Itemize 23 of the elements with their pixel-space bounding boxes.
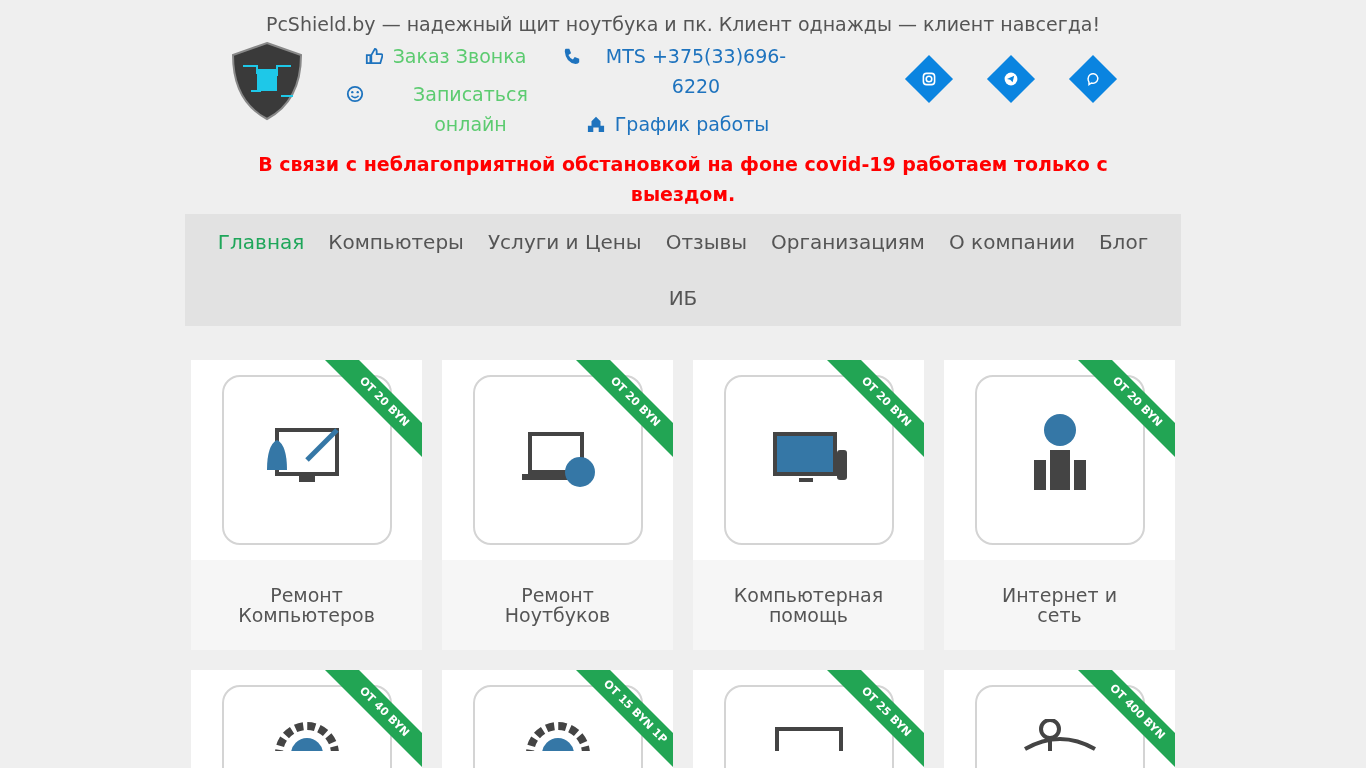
viber-icon [1084, 71, 1101, 87]
menu-item[interactable]: Организациям [759, 214, 937, 270]
smiley-icon [345, 85, 364, 103]
menu-item[interactable]: Компьютеры [316, 214, 476, 270]
shield-logo[interactable] [231, 41, 303, 121]
service-title: Ремонт Компьютеров [237, 583, 376, 628]
phone-link[interactable]: MTS +375(33)696-6220 [563, 41, 793, 101]
service-title: Компьютерная помощь [732, 583, 885, 628]
instagram-icon [920, 71, 937, 87]
menu-item[interactable]: О компании [936, 214, 1087, 270]
thumbs-up-icon [364, 47, 383, 65]
menu-item[interactable]: Блог [1086, 214, 1161, 270]
menu-item[interactable]: Отзывы [653, 214, 760, 270]
menu-item[interactable]: ИБ [656, 270, 710, 326]
schedule-link[interactable]: График работы [586, 109, 770, 139]
menu-item[interactable]: Услуги и Цены [475, 214, 654, 270]
building-icon [586, 115, 605, 133]
service-title: Интернет и сеть [1001, 583, 1118, 628]
telegram-icon [1002, 71, 1019, 87]
site-tagline: PcShield.by — надежный щит ноутбука и пк. Клиент однажды — клиент навсегда! [265, 13, 1101, 35]
service-title: Ремонт Ноутбуков [503, 583, 612, 628]
covid-notice: В связи с неблагоприятной обстановкой на фоне covid-19 работаем только с выездом. [257, 152, 1109, 207]
phone-icon [563, 47, 581, 65]
